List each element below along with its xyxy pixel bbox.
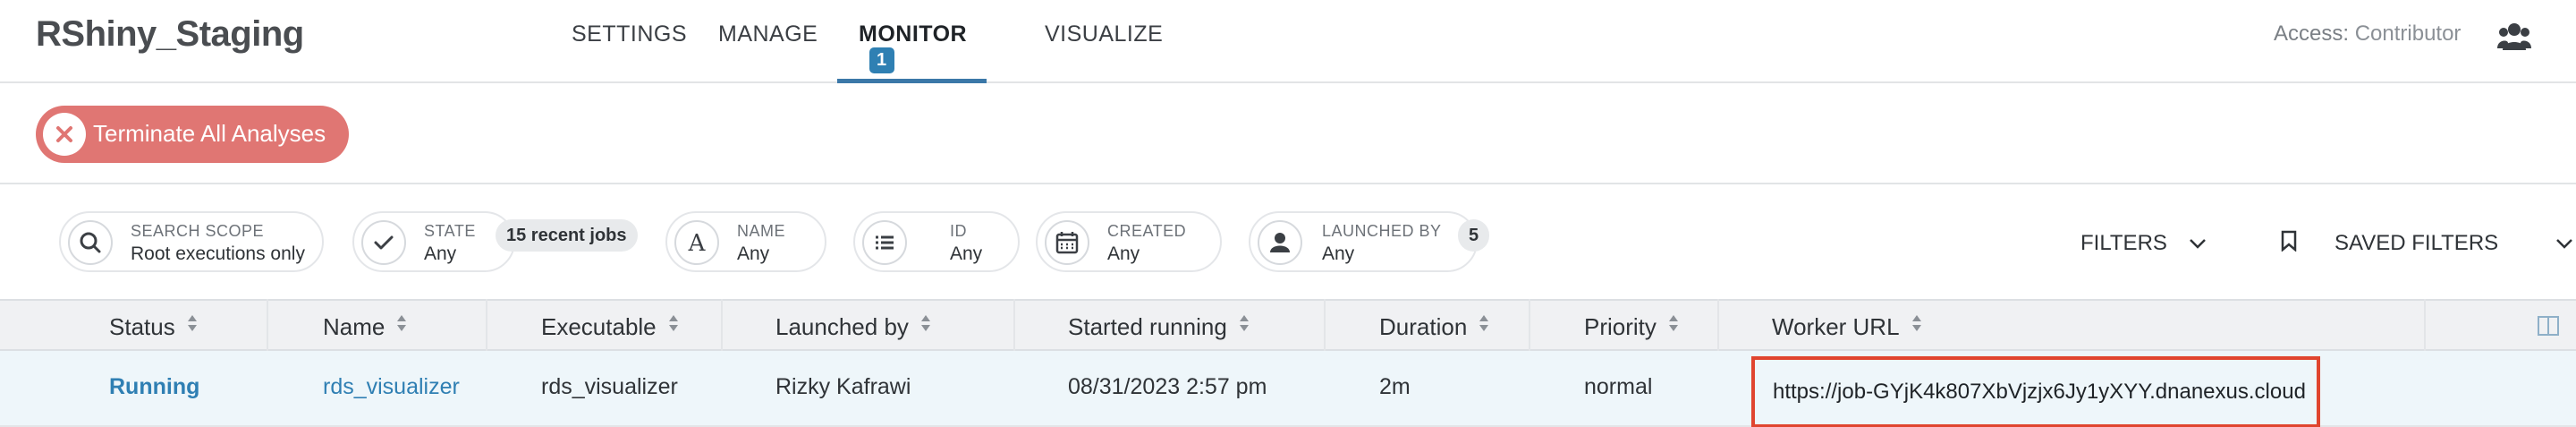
access-level: Access: Contributor <box>2274 21 2461 47</box>
sort-icon <box>1479 315 1489 331</box>
cell-name-link[interactable]: rds_visualizer <box>323 374 460 400</box>
divider <box>0 183 2576 184</box>
terminate-all-label: Terminate All Analyses <box>93 120 326 147</box>
filter-value: Any <box>737 243 770 264</box>
close-icon <box>43 113 86 156</box>
filter-value: Any <box>1107 243 1140 264</box>
list-icon <box>862 220 907 265</box>
column-header-duration[interactable]: Duration <box>1379 313 1490 341</box>
column-header-executable[interactable]: Executable <box>541 313 680 341</box>
tab-monitor-label: MONITOR <box>859 21 968 47</box>
access-label: Access: <box>2274 21 2350 46</box>
saved-filters-label: SAVED FILTERS <box>2334 231 2499 255</box>
project-title[interactable]: RShiny_Staging <box>36 14 304 55</box>
filter-name[interactable]: A NAME Any <box>665 211 826 272</box>
tab-manage[interactable]: MANAGE <box>718 21 818 83</box>
filter-value: Any <box>424 243 457 264</box>
column-header-started-running[interactable]: Started running <box>1068 313 1250 341</box>
person-icon <box>1258 220 1302 265</box>
filter-value: Any <box>950 243 983 264</box>
cell-started-running: 08/31/2023 2:57 pm <box>1068 374 1267 399</box>
check-icon <box>361 220 406 265</box>
monitor-count-badge: 1 <box>869 47 894 73</box>
filter-value: Root executions only <box>131 243 305 264</box>
state-count-badge: 15 recent jobs <box>496 219 638 252</box>
column-label: Priority <box>1584 313 1657 340</box>
worker-url-highlight: https://job-GYjK4k807XbVjzjx6Jy1yXYY.dna… <box>1751 356 2320 427</box>
filter-created[interactable]: CREATED Any <box>1036 211 1222 272</box>
svg-text:A: A <box>688 230 707 257</box>
sort-icon <box>1239 315 1249 331</box>
filter-title: CREATED <box>1107 222 1187 240</box>
tab-settings[interactable]: SETTINGS <box>572 21 687 83</box>
users-icon[interactable] <box>2497 21 2531 52</box>
columns-icon[interactable] <box>2537 315 2560 337</box>
terminate-all-button[interactable]: Terminate All Analyses <box>36 106 349 163</box>
column-label: Name <box>323 313 386 340</box>
tab-monitor[interactable]: MONITOR1 <box>837 21 987 83</box>
filter-title: LAUNCHED BY <box>1322 222 1442 240</box>
letter-a-icon: A <box>674 220 719 265</box>
column-label: Executable <box>541 313 657 340</box>
tab-visualize[interactable]: VISUALIZE <box>1045 21 1163 83</box>
sort-icon <box>1668 315 1678 331</box>
filters-dropdown-button[interactable]: FILTERS <box>2080 231 2207 256</box>
column-header-priority[interactable]: Priority <box>1584 313 1680 341</box>
access-role: Contributor <box>2354 21 2462 46</box>
filter-state[interactable]: STATE Any <box>352 211 515 272</box>
column-header-launched-by[interactable]: Launched by <box>775 313 932 341</box>
column-label: Started running <box>1068 313 1227 340</box>
filter-title: SEARCH SCOPE <box>131 222 265 240</box>
column-label: Launched by <box>775 313 909 340</box>
sort-icon <box>920 315 930 331</box>
filter-title: STATE <box>424 222 476 240</box>
sort-icon <box>668 315 678 331</box>
column-header-status[interactable]: Status <box>109 313 199 341</box>
launched-by-count-badge: 5 <box>1458 219 1490 252</box>
sort-icon <box>187 315 197 331</box>
cell-duration: 2m <box>1379 374 1411 399</box>
bookmark-icon <box>2281 230 2297 252</box>
search-icon <box>68 220 113 265</box>
chevron-down-icon <box>2189 239 2206 249</box>
calendar-icon <box>1045 220 1089 265</box>
column-label: Duration <box>1379 313 1468 340</box>
cell-priority: normal <box>1584 374 1653 399</box>
filter-title: ID <box>950 222 967 240</box>
filter-value: Any <box>1322 243 1355 264</box>
cell-status: Running <box>109 374 200 399</box>
cell-executable: rds_visualizer <box>541 374 678 399</box>
cell-launched-by: Rizky Kafrawi <box>775 374 911 399</box>
cell-worker-url-link[interactable]: https://job-GYjK4k807XbVjzjx6Jy1yXYY.dna… <box>1773 380 2306 405</box>
sort-icon <box>1911 315 1921 331</box>
filter-launched-by[interactable]: LAUNCHED BY Any <box>1249 211 1478 272</box>
table-header: Status Name Executable Launched by Start… <box>0 299 2576 351</box>
column-header-worker-url[interactable]: Worker URL <box>1772 313 1923 341</box>
filter-search-scope[interactable]: SEARCH SCOPE Root executions only <box>59 211 324 272</box>
filter-id[interactable]: ID Any <box>853 211 1020 272</box>
column-label: Worker URL <box>1772 313 1900 340</box>
filters-label: FILTERS <box>2080 231 2167 255</box>
filter-title: NAME <box>737 222 786 240</box>
top-header: RShiny_Staging SETTINGS MANAGE MONITOR1 … <box>0 0 2576 83</box>
column-header-name[interactable]: Name <box>323 313 408 341</box>
saved-filters-dropdown[interactable]: SAVED FILTERS <box>2281 230 2574 256</box>
table-row[interactable]: Running rds_visualizer rds_visualizer Ri… <box>0 351 2576 427</box>
chevron-down-icon <box>2555 239 2572 249</box>
column-label: Status <box>109 313 175 340</box>
sort-icon <box>397 315 407 331</box>
